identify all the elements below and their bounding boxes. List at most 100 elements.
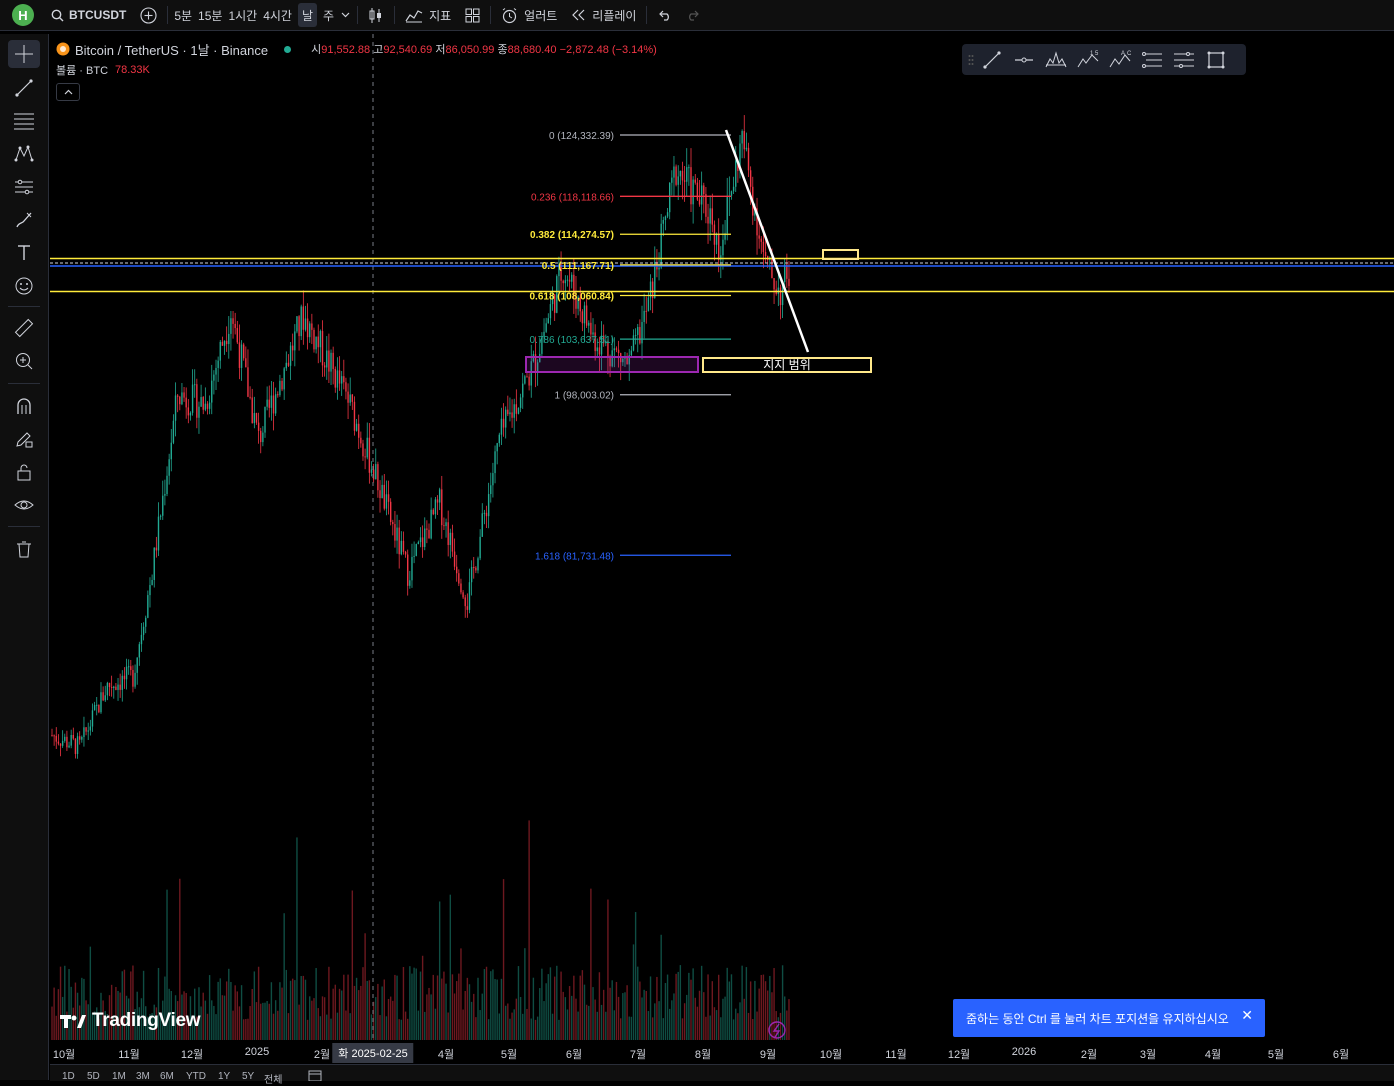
interval-1h[interactable]: 1시간 [225, 0, 260, 30]
candle-body [123, 675, 126, 680]
magnet-tool[interactable] [8, 392, 40, 420]
fib-retracement-tool[interactable] [8, 107, 40, 135]
stay-drawing-tool[interactable] [8, 425, 40, 453]
market-status-dot[interactable] [284, 45, 292, 53]
lock-drawings-tool[interactable] [8, 458, 40, 486]
replay-button[interactable]: 리플레이 [564, 0, 643, 30]
volume-bar [532, 977, 535, 1040]
candle-body [417, 542, 420, 545]
range-ytd[interactable]: YTD [186, 1071, 206, 1082]
elliott-wave-button[interactable]: 15 [1072, 46, 1104, 74]
volume-bar [475, 1017, 477, 1040]
close-icon[interactable]: ✕ [1241, 1007, 1253, 1024]
volume-bar [588, 1005, 590, 1040]
date-range-button[interactable] [308, 1069, 322, 1084]
undo-button[interactable] [650, 0, 679, 30]
range-6m[interactable]: 6M [160, 1071, 174, 1082]
layout-templates-button[interactable] [458, 0, 487, 30]
text-tool[interactable] [8, 239, 40, 267]
purple-zone-box[interactable] [525, 356, 699, 373]
symbol-search-button[interactable]: BTCUSDT [44, 0, 133, 30]
interval-15m[interactable]: 15분 [195, 0, 225, 30]
volume-bar [240, 985, 243, 1040]
small-target-box[interactable] [822, 249, 859, 260]
trendline-tool[interactable] [8, 74, 40, 102]
candle-body [443, 525, 445, 527]
volume-bar [211, 1000, 213, 1040]
candle-body [451, 532, 454, 552]
volume-bar [304, 979, 307, 1040]
volume-bar [622, 993, 624, 1040]
interval-4h[interactable]: 4시간 [260, 0, 295, 30]
collapse-legend-button[interactable] [56, 83, 80, 101]
candle-body [189, 412, 192, 416]
compare-symbol-button[interactable] [133, 0, 164, 30]
candle-body [157, 516, 160, 551]
candle-body [270, 395, 273, 408]
volume-bar [613, 1010, 616, 1040]
crosshair-tool[interactable] [8, 40, 40, 68]
volume-bar [272, 1013, 275, 1040]
candle-body [735, 160, 737, 187]
fib-extension-button[interactable] [1136, 46, 1168, 74]
fib-retracement[interactable]: 0 (124,332.39) 0.236 (118,118.66) 0.382 (1… [529, 131, 731, 562]
volume-bar [366, 980, 368, 1040]
remove-drawings-tool[interactable] [8, 535, 40, 563]
tradingview-logo[interactable]: TradingView [60, 1010, 201, 1032]
emoji-tool[interactable] [8, 272, 40, 300]
user-avatar[interactable]: H [12, 4, 34, 26]
alert-button[interactable]: 얼러트 [494, 0, 564, 30]
brush-tool[interactable] [8, 206, 40, 234]
volume-bar [451, 974, 454, 1040]
chart-type-button[interactable] [361, 0, 391, 30]
abcd-pattern-button[interactable]: AC [1104, 46, 1136, 74]
candles-icon [369, 7, 382, 23]
measure-tool[interactable] [8, 314, 40, 342]
candle-body [562, 280, 564, 284]
price-chart[interactable]: 0 (124,332.39) 0.236 (118,118.66) 0.382 (1… [50, 34, 1394, 1064]
range-5y[interactable]: 5Y [242, 1071, 254, 1082]
head-shoulders-button[interactable] [1040, 46, 1072, 74]
hide-drawings-tool[interactable] [8, 491, 40, 519]
interval-dropdown[interactable] [337, 0, 354, 30]
indicators-button[interactable]: 지표 [398, 0, 458, 30]
interval-1d[interactable]: 날 [297, 3, 318, 27]
range-1m[interactable]: 1M [112, 1071, 126, 1082]
range-1d[interactable]: 1D [62, 1071, 75, 1082]
fib-channel-button[interactable] [1168, 46, 1200, 74]
interval-5m[interactable]: 5분 [171, 0, 195, 30]
volume-bar [624, 992, 626, 1040]
volume-bar [730, 974, 733, 1040]
range-1y[interactable]: 1Y [218, 1071, 230, 1082]
fib-level-label: 0.786 (103,637.51) [529, 335, 614, 346]
forecast-tool[interactable] [8, 173, 40, 201]
candle-body [321, 331, 324, 366]
horizontal-ray-button[interactable] [1008, 46, 1040, 74]
candle-body [72, 734, 74, 739]
interval-1w[interactable]: 주 [320, 0, 337, 30]
pattern-tool[interactable] [8, 140, 40, 168]
redo-button[interactable] [679, 0, 708, 30]
symbol-title[interactable]: Bitcoin / TetherUS · 1날 · Binance [75, 40, 268, 59]
volume-bar [583, 984, 586, 1040]
sliders-icon [15, 179, 33, 195]
volume-bar [666, 974, 669, 1040]
range-all[interactable]: 전체 [264, 1071, 282, 1086]
time-axis[interactable]: 10월 11월 12월 2025 2월 화 2025-02-25 4월 5월 6… [50, 1042, 1394, 1063]
rectangle-button[interactable] [1200, 46, 1232, 74]
range-5d[interactable]: 5D [87, 1071, 100, 1082]
volume-bar [330, 1018, 332, 1040]
candle-body [634, 334, 637, 336]
drag-handle[interactable] [966, 50, 976, 70]
candle-body [64, 736, 66, 741]
zoom-tool[interactable] [8, 347, 40, 375]
volume-bar [270, 982, 273, 1040]
trendline-button[interactable] [976, 46, 1008, 74]
candle-body [125, 666, 128, 680]
candle-body [632, 335, 635, 351]
candle-body [170, 442, 172, 460]
range-3m[interactable]: 3M [136, 1071, 150, 1082]
volume-bar [279, 982, 281, 1040]
downtrend-line[interactable] [724, 129, 810, 353]
volume-bar [558, 1019, 560, 1040]
